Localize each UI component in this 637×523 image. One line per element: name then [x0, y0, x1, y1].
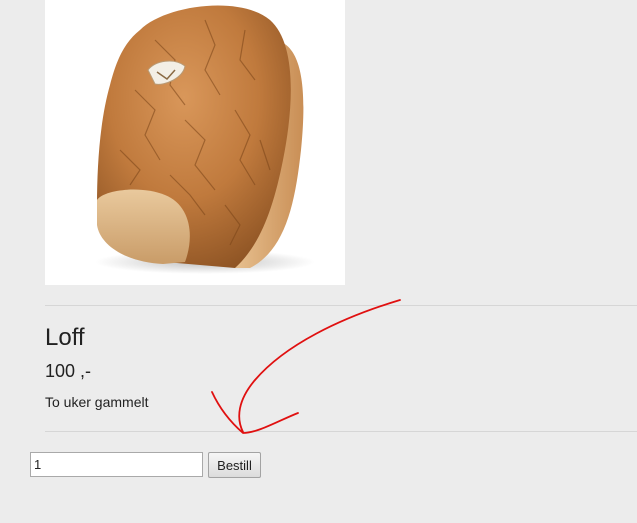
- annotation-stroke: [238, 299, 401, 433]
- order-button[interactable]: Bestill: [208, 452, 261, 478]
- product-description: To uker gammelt: [45, 394, 149, 410]
- divider-top: [45, 305, 637, 306]
- product-price: 100 ,-: [45, 361, 92, 381]
- product-image: [45, 0, 345, 285]
- quantity-input[interactable]: [30, 452, 203, 477]
- product-name: Loff: [45, 324, 85, 351]
- bread-loaf-icon: [95, 5, 315, 274]
- divider-bottom: [45, 431, 637, 432]
- annotation-arrowhead: [211, 391, 299, 434]
